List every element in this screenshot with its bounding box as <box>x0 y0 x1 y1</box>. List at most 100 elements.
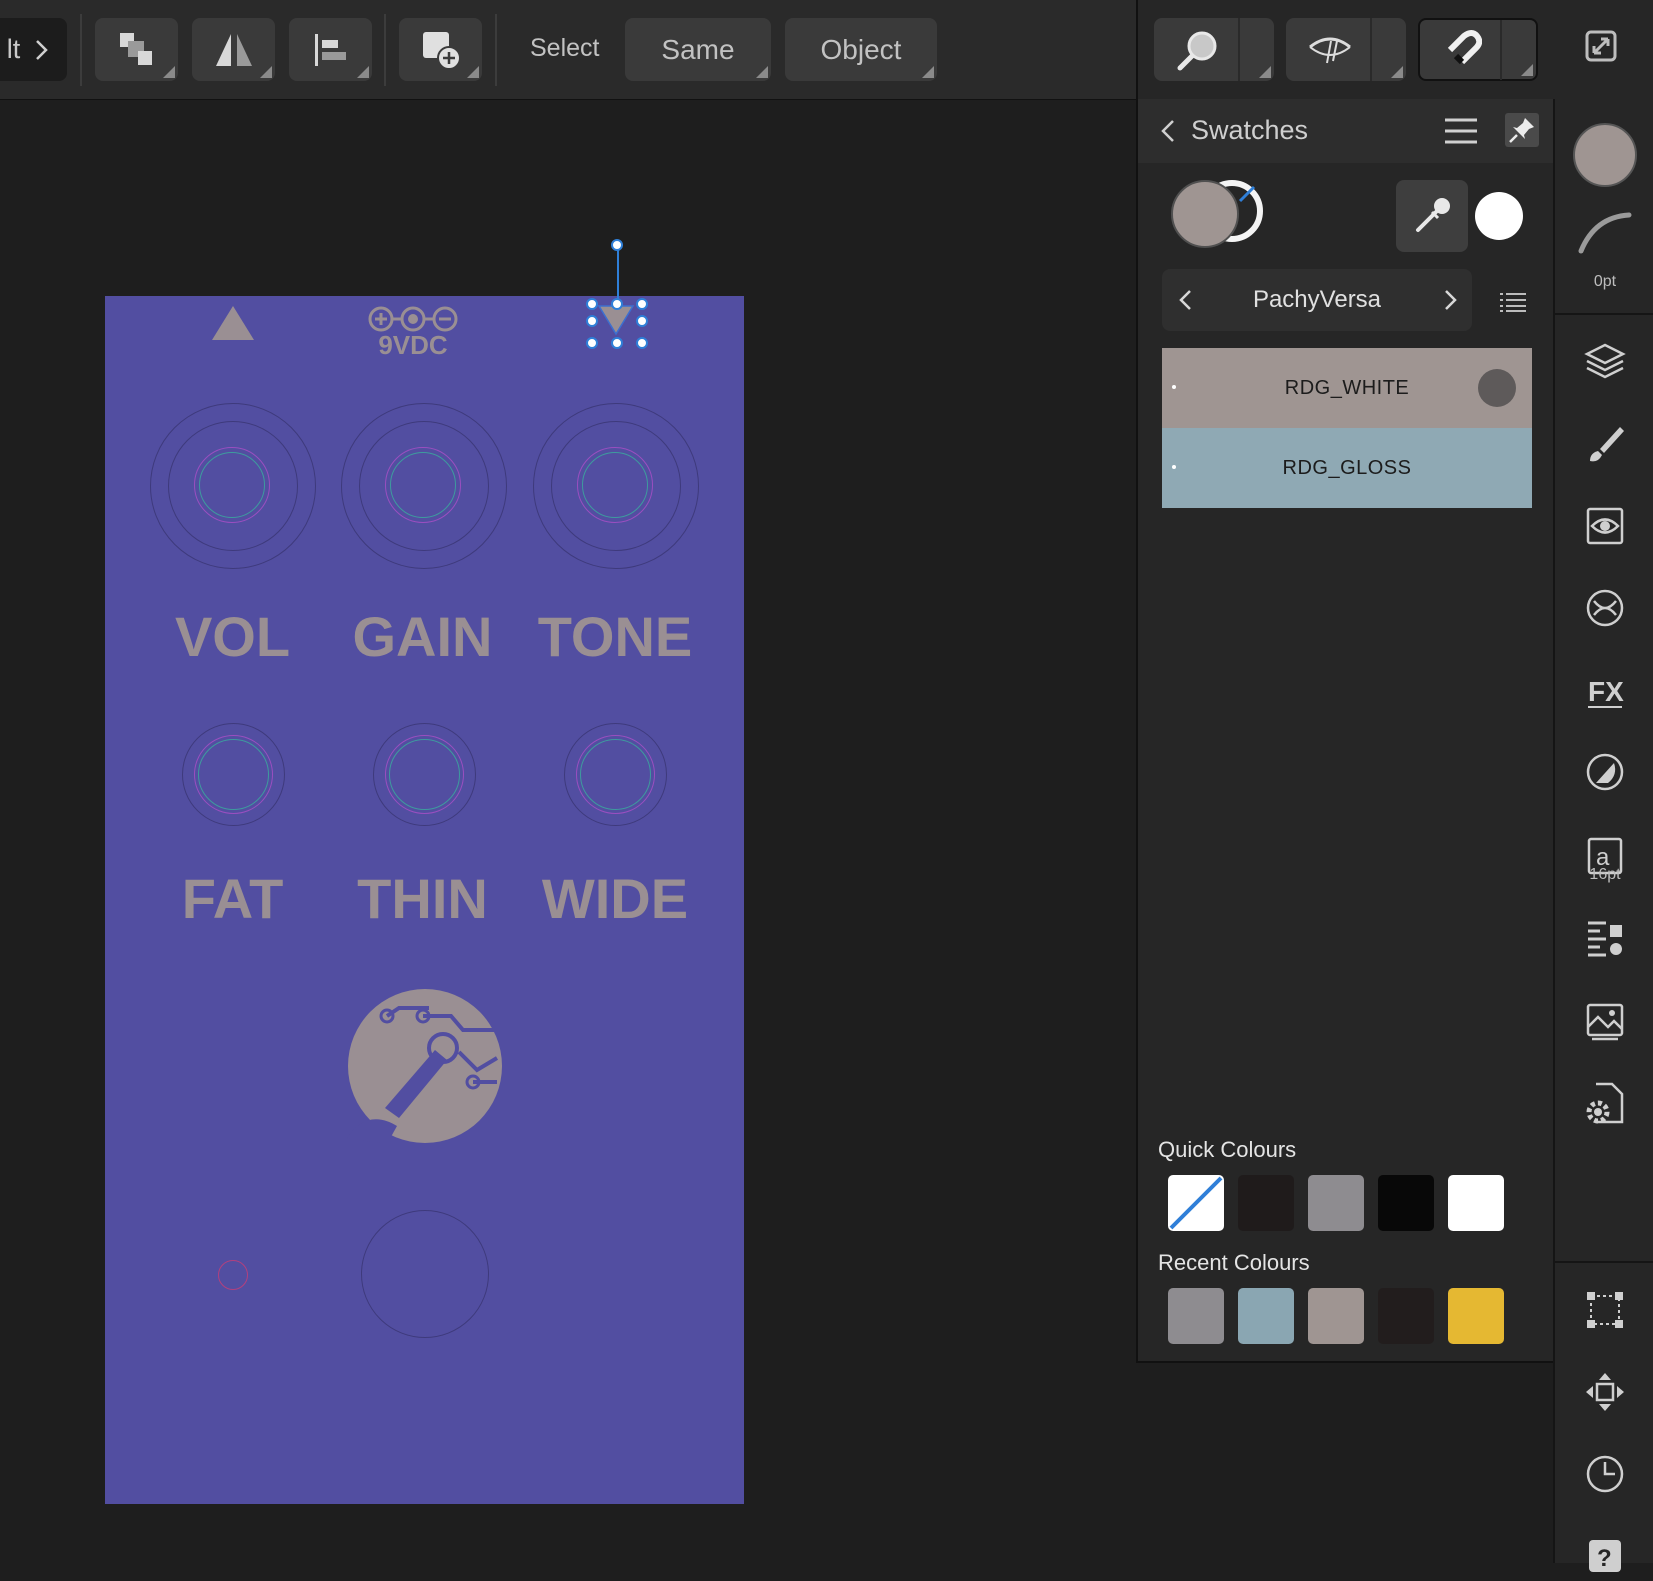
fill-color-icon[interactable] <box>1573 123 1637 187</box>
resize-handle[interactable] <box>611 337 623 349</box>
select-same-button[interactable]: Same <box>625 18 771 81</box>
pin-icon <box>1509 118 1534 143</box>
view-mode-button[interactable] <box>1286 18 1406 81</box>
snapping-button[interactable] <box>1418 18 1538 81</box>
transform-icon <box>1587 1292 1623 1328</box>
context-toolbar-button[interactable]: lt <box>0 18 67 81</box>
recent-colours-title: Recent Colours <box>1158 1250 1310 1275</box>
resize-handle[interactable] <box>586 337 598 349</box>
stroke-icon[interactable] <box>1577 211 1633 255</box>
quick-colour-chip[interactable] <box>1378 1175 1434 1231</box>
background-color-swatch[interactable] <box>1475 192 1523 240</box>
font-size-value: 16pt <box>1589 866 1621 883</box>
resize-handle[interactable] <box>586 315 598 327</box>
adjustments-icon <box>1586 507 1624 545</box>
transparency-button[interactable] <box>1580 747 1630 797</box>
svg-text:?: ? <box>1597 1545 1612 1572</box>
stock-button[interactable] <box>1580 997 1630 1047</box>
arrange-button[interactable] <box>95 18 178 81</box>
previous-palette-icon[interactable] <box>1178 289 1192 311</box>
chevron-left-icon[interactable] <box>1160 119 1176 143</box>
next-palette-icon[interactable] <box>1444 289 1458 311</box>
view-toolbar <box>1136 0 1653 99</box>
resize-handle[interactable] <box>611 298 623 310</box>
knob-label-thin: THIN <box>357 867 488 930</box>
recent-colour-chip[interactable] <box>1168 1288 1224 1344</box>
swatch-color-dot <box>1478 369 1516 407</box>
knob-label-gain: GAIN <box>352 605 493 668</box>
led-triangle-icon[interactable] <box>210 304 256 342</box>
palette-selector[interactable]: PachyVersa <box>1162 269 1472 331</box>
select-object-button[interactable]: Object <box>785 18 937 81</box>
quick-colour-chip[interactable] <box>1308 1175 1364 1231</box>
quick-colour-chip[interactable] <box>1238 1175 1294 1231</box>
zoom-icon <box>1177 31 1217 70</box>
list-view-icon[interactable] <box>1500 292 1526 312</box>
rotation-handle[interactable] <box>611 239 623 251</box>
align-button[interactable] <box>289 18 372 81</box>
artboard[interactable]: 9VDC VOL GAIN TONE FAT THIN WIDE <box>105 296 744 1504</box>
history-icon <box>1586 1455 1624 1493</box>
quick-colour-chip[interactable] <box>1448 1175 1504 1231</box>
styles-button[interactable] <box>1580 583 1630 633</box>
fullscreen-button[interactable] <box>1585 30 1617 67</box>
rotation-handle-line <box>617 245 619 305</box>
recent-colour-chip[interactable] <box>1378 1288 1434 1344</box>
eyedropper-icon <box>1416 198 1450 232</box>
panel-title: Swatches <box>1191 115 1309 145</box>
palette-name: PachyVersa <box>1252 286 1382 313</box>
stroke-none-indicator <box>1238 185 1256 203</box>
studio-side-rail: 0pt FX a 16pt ? <box>1553 99 1653 1572</box>
status-led-outline[interactable] <box>218 1260 248 1290</box>
quick-colour-chip-none[interactable] <box>1168 1175 1224 1231</box>
footswitch-outline[interactable] <box>361 1210 489 1338</box>
swatch-item-rdg-gloss[interactable]: RDG_GLOSS <box>1162 428 1532 508</box>
chevron-right-icon <box>36 39 49 60</box>
text-frame-button[interactable] <box>1580 915 1630 965</box>
resize-handle[interactable] <box>636 337 648 349</box>
color-picker-button[interactable] <box>1396 180 1468 252</box>
select-same-label: Same <box>661 33 735 65</box>
recent-colour-chip[interactable] <box>1238 1288 1294 1344</box>
pin-panel-button[interactable] <box>1505 113 1539 147</box>
move-icon <box>1586 1373 1624 1411</box>
swatch-item-rdg-white[interactable]: RDG_WHITE <box>1162 348 1532 428</box>
transparency-icon <box>1586 753 1624 791</box>
select-object-label: Object <box>820 33 902 65</box>
brushes-button[interactable] <box>1580 419 1630 469</box>
rail-divider <box>1555 313 1653 315</box>
fullscreen-icon <box>1585 30 1617 62</box>
resize-handle[interactable] <box>586 298 598 310</box>
layers-button[interactable] <box>1580 337 1630 387</box>
global-swatch-dot <box>1172 385 1176 389</box>
insert-object-button[interactable] <box>399 18 482 81</box>
transform-button[interactable] <box>1580 1285 1630 1335</box>
knob-label-vol: VOL <box>174 605 291 668</box>
recent-colour-chip[interactable] <box>1308 1288 1364 1344</box>
fx-button[interactable]: FX <box>1580 665 1630 715</box>
fill-color-well[interactable] <box>1171 180 1239 248</box>
document-settings-button[interactable] <box>1580 1079 1630 1129</box>
toolbar-divider <box>495 14 497 86</box>
layers-icon <box>1584 343 1626 379</box>
toolbar-divider <box>80 14 82 86</box>
brand-logo[interactable] <box>347 988 503 1144</box>
recent-colour-chip[interactable] <box>1448 1288 1504 1344</box>
history-button[interactable] <box>1580 1449 1630 1499</box>
help-button[interactable]: ? <box>1580 1531 1630 1581</box>
resize-handle[interactable] <box>636 315 648 327</box>
align-left-icon <box>314 33 346 66</box>
brushes-icon <box>1590 427 1624 462</box>
zoom-button[interactable] <box>1154 18 1274 81</box>
flip-button[interactable] <box>192 18 275 81</box>
power-label: 9VDC <box>378 330 448 360</box>
resize-handle[interactable] <box>636 298 648 310</box>
swatches-panel-header: Swatches <box>1138 99 1555 163</box>
adjustments-button[interactable] <box>1580 501 1630 551</box>
move-button[interactable] <box>1580 1367 1630 1417</box>
context-toolbar-label: lt <box>6 34 21 64</box>
view-mode-icon <box>1309 37 1351 63</box>
panel-menu-icon[interactable] <box>1444 117 1478 145</box>
knob-label-fat: FAT <box>181 867 284 930</box>
svg-text:FX: FX <box>1588 676 1624 707</box>
